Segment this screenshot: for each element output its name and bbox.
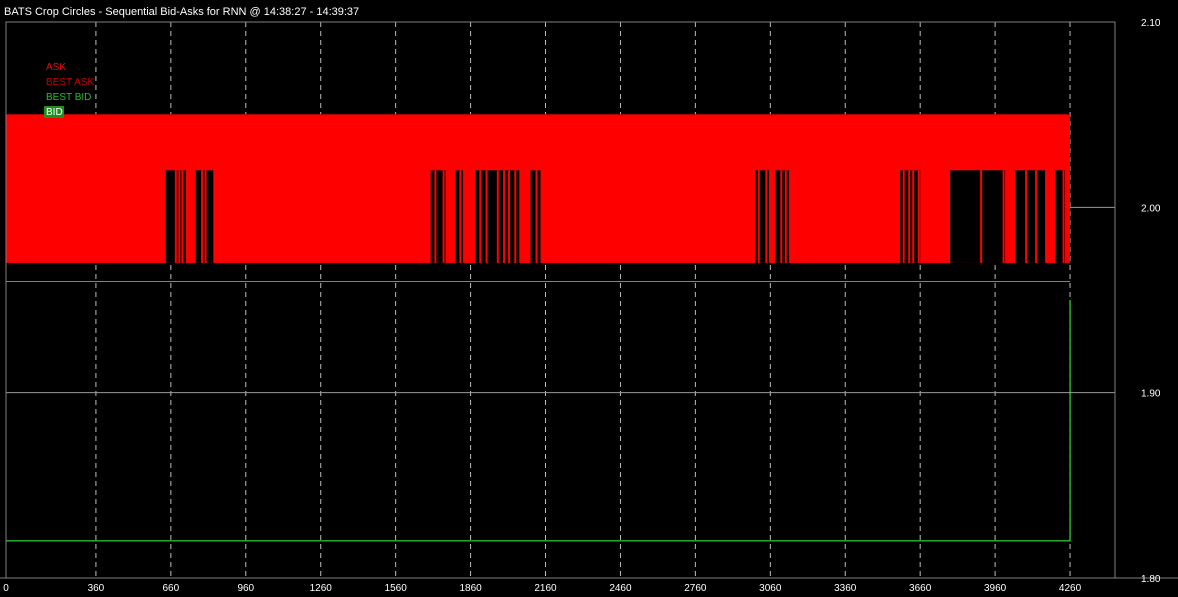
y-tick-label: 2.10 <box>1141 18 1161 29</box>
ask-spike <box>930 170 933 263</box>
ask-spike <box>514 170 517 263</box>
ask-spike <box>757 170 760 263</box>
bid-ask-chart: 0 360 660 960 1260 1560 1860 2160 2460 2760 3060 33… <box>0 0 1178 597</box>
ask-spike <box>535 170 538 263</box>
ask-spike <box>769 170 772 263</box>
ask-spike <box>181 170 184 263</box>
legend-item-best-ask: BEST ASK <box>46 77 95 88</box>
ask-spike <box>174 170 177 263</box>
x-tick-label: 3660 <box>909 583 932 594</box>
ask-spike <box>784 170 787 263</box>
ask-spike <box>780 170 783 263</box>
ask-spike <box>442 170 445 263</box>
x-tick-label: 3360 <box>834 583 857 594</box>
ask-spike <box>459 170 462 263</box>
x-tick-label: 4260 <box>1059 583 1082 594</box>
ask-gap <box>1015 170 1046 263</box>
ask-spike <box>189 170 192 263</box>
chart-title: BATS Crop Circles - Sequential Bid-Asks … <box>4 6 359 18</box>
x-tick-label: 3960 <box>984 583 1007 594</box>
ask-spike <box>789 170 792 263</box>
x-tick-label: 360 <box>88 583 105 594</box>
ask-spike <box>917 170 920 263</box>
ask-spike <box>569 170 572 263</box>
ask-spike <box>908 170 911 263</box>
ask-spike <box>485 170 488 263</box>
ask-spike <box>204 170 207 263</box>
ask-gap <box>775 170 791 263</box>
x-tick-label: 1560 <box>385 583 408 594</box>
ask-spike <box>765 170 768 263</box>
y-tick-label: 1.80 <box>1141 574 1161 585</box>
ask-spike <box>1025 170 1028 263</box>
ask-spike <box>980 170 983 263</box>
ask-spike <box>937 170 940 263</box>
chart-window: 0 360 660 960 1260 1560 1860 2160 2460 2760 3060 33… <box>0 0 1178 597</box>
ask-spike <box>503 170 506 263</box>
ask-spike <box>479 170 482 263</box>
ask-spike <box>1002 170 1005 263</box>
ask-spike <box>1035 170 1038 263</box>
ask-spike <box>797 170 800 263</box>
legend-item-ask: ASK <box>46 62 66 73</box>
ask-spike <box>902 170 905 263</box>
x-tick-label: 0 <box>3 583 9 594</box>
ask-gap <box>950 170 1006 263</box>
ask-spike <box>1062 170 1065 263</box>
x-tick-label: 2760 <box>684 583 707 594</box>
ask-spike <box>178 170 181 263</box>
x-tick-label: 3060 <box>759 583 782 594</box>
ask-spike <box>201 170 204 263</box>
x-tick-label: 960 <box>237 583 254 594</box>
x-tick-label: 2460 <box>609 583 632 594</box>
ask-spike <box>519 170 522 263</box>
y-tick-label: 2.00 <box>1141 203 1161 214</box>
ask-spike <box>496 170 499 263</box>
ask-spike <box>508 170 511 263</box>
x-tick-label: 1860 <box>459 583 482 594</box>
ask-spike <box>434 170 437 263</box>
legend-item-bid: BID <box>46 107 63 118</box>
y-tick-label: 1.90 <box>1141 389 1161 400</box>
x-tick-label: 2160 <box>534 583 557 594</box>
legend-item-best-bid: BEST BID <box>46 92 91 103</box>
x-tick-label: 1260 <box>310 583 333 594</box>
ask-spike <box>912 170 915 263</box>
ask-spike <box>544 170 547 263</box>
ask-gap <box>755 170 771 263</box>
x-tick-label: 660 <box>163 583 180 594</box>
